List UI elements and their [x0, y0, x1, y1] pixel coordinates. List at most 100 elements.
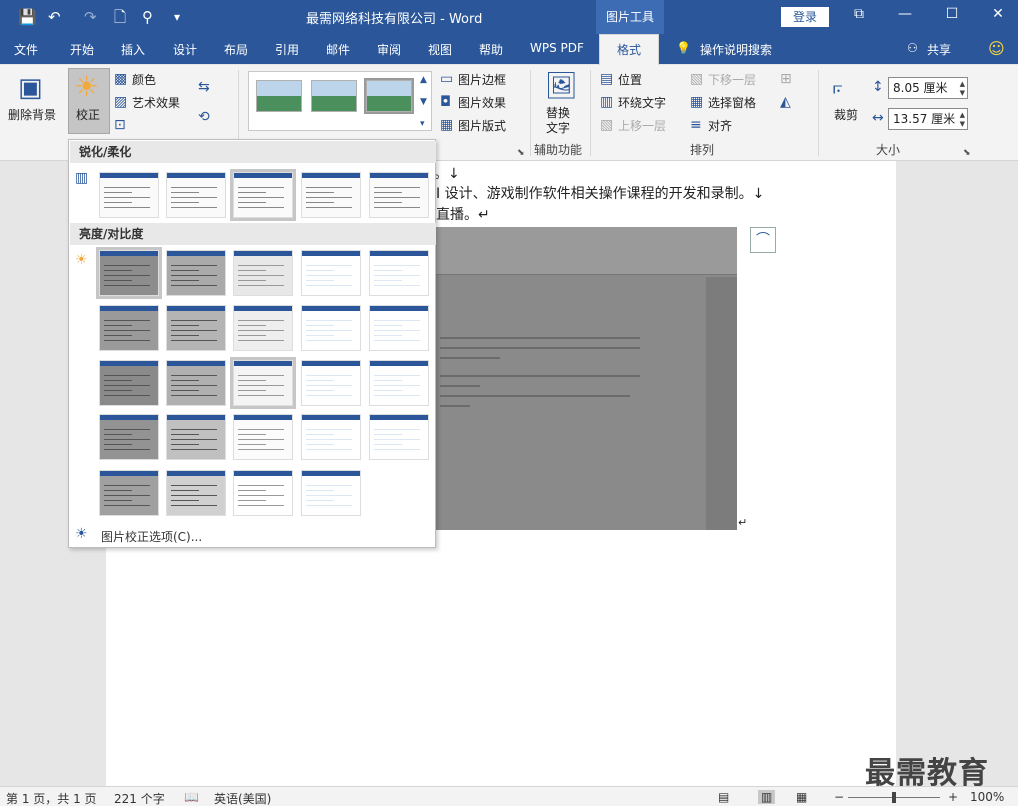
smiley-icon[interactable]: ☺	[988, 39, 1005, 58]
remove-background-button[interactable]: 删除背景	[8, 106, 56, 123]
selection-pane-button[interactable]: 选择窗格	[708, 94, 756, 111]
picture-corrections-options[interactable]: 图片校正选项(C)...	[101, 528, 202, 545]
selection-pane-icon[interactable]: ▦	[690, 94, 703, 110]
tab-references[interactable]: 引用	[275, 41, 299, 58]
read-mode-icon[interactable]: ▤	[718, 790, 729, 804]
correction-preset-thumbnail[interactable]	[233, 414, 293, 460]
correction-preset-thumbnail[interactable]	[230, 357, 296, 409]
selected-picture[interactable]	[436, 227, 737, 530]
document-text-line[interactable]: I 设计、游戏制作软件相关操作课程的开发和录制。↓	[436, 183, 764, 203]
gallery-more-icon[interactable]: ▾	[420, 116, 425, 132]
gallery-down-icon[interactable]: ▼	[420, 94, 427, 110]
wrap-text-icon[interactable]: ▥	[600, 94, 613, 110]
new-document-icon[interactable]: 🗋	[114, 8, 126, 26]
correction-preset-thumbnail[interactable]	[166, 250, 226, 296]
correction-preset-thumbnail[interactable]	[301, 414, 361, 460]
correction-preset-thumbnail[interactable]	[99, 172, 159, 218]
correction-preset-thumbnail[interactable]	[99, 360, 159, 406]
align-button[interactable]: 对齐	[708, 117, 732, 134]
picture-style-3[interactable]	[364, 78, 414, 114]
sun-icon[interactable]: ☀	[74, 72, 99, 102]
wrap-text-button[interactable]: 环绕文字	[618, 94, 666, 111]
proofing-icon[interactable]: 📖	[184, 790, 199, 804]
size-dialog-launcher-icon[interactable]: ⬊	[963, 145, 971, 161]
color-icon[interactable]: ▩	[114, 71, 127, 87]
correction-preset-thumbnail[interactable]	[369, 250, 429, 296]
picture-layout-button[interactable]: 图片版式	[458, 117, 506, 134]
correction-preset-thumbnail[interactable]	[301, 360, 361, 406]
language[interactable]: 英语(美国)	[214, 790, 271, 806]
web-layout-icon[interactable]: ▦	[796, 790, 807, 804]
save-icon[interactable]: 💾	[18, 8, 37, 26]
tell-me-search[interactable]: 操作说明搜索	[700, 41, 772, 58]
correction-preset-thumbnail[interactable]	[166, 414, 226, 460]
correction-preset-thumbnail[interactable]	[301, 305, 361, 351]
redo-icon[interactable]: ↷	[84, 8, 97, 26]
correction-preset-thumbnail[interactable]	[233, 305, 293, 351]
correction-preset-thumbnail[interactable]	[166, 305, 226, 351]
alt-text-icon[interactable]: 🖼	[545, 72, 578, 100]
height-input[interactable]: 8.05 厘米 ▲ ▼	[888, 77, 968, 99]
tab-help[interactable]: 帮助	[479, 41, 503, 58]
rotate-icon[interactable]: ◭	[780, 94, 791, 110]
correction-preset-thumbnail[interactable]	[301, 470, 361, 516]
tab-insert[interactable]: 插入	[121, 41, 145, 58]
zoom-out-icon[interactable]: −	[834, 790, 844, 804]
correction-preset-thumbnail[interactable]	[301, 250, 361, 296]
tab-review[interactable]: 审阅	[377, 41, 401, 58]
picture-style-1[interactable]	[256, 80, 302, 112]
document-text-line[interactable]: 直播。↵	[436, 204, 490, 224]
zoom-slider-thumb[interactable]	[892, 792, 896, 803]
correction-preset-thumbnail[interactable]	[99, 414, 159, 460]
customize-quick-access-icon[interactable]: ▾	[174, 8, 180, 26]
correction-preset-thumbnail[interactable]	[166, 360, 226, 406]
tab-file[interactable]: 文件	[14, 41, 38, 58]
tab-wps-pdf[interactable]: WPS PDF	[530, 41, 584, 55]
crop-icon[interactable]: ⟔	[832, 73, 843, 99]
minimize-icon[interactable]: —	[892, 6, 918, 22]
correction-preset-thumbnail[interactable]	[233, 250, 293, 296]
picture-effects-icon[interactable]: ◘	[440, 94, 451, 110]
artistic-effects-icon[interactable]: ▨	[114, 94, 127, 110]
width-input[interactable]: 13.57 厘米 ▲ ▼	[888, 108, 968, 130]
bring-forward-icon[interactable]: ▧	[600, 117, 613, 133]
correction-preset-thumbnail[interactable]	[166, 172, 226, 218]
corrections-button[interactable]: 校正	[76, 106, 100, 123]
ribbon-display-icon[interactable]: ⧉	[846, 6, 872, 22]
bring-forward-button[interactable]: 上移一层	[618, 117, 666, 134]
close-icon[interactable]: ✕	[985, 6, 1011, 22]
correction-preset-thumbnail[interactable]	[233, 470, 293, 516]
crop-button[interactable]: 裁剪	[834, 106, 858, 123]
remove-background-icon[interactable]: ▣	[18, 74, 43, 102]
picture-border-icon[interactable]: ▭	[440, 71, 453, 87]
correction-preset-thumbnail[interactable]	[369, 360, 429, 406]
width-up-icon[interactable]: ▲	[960, 112, 965, 119]
correction-preset-thumbnail[interactable]	[301, 172, 361, 218]
styles-dialog-launcher-icon[interactable]: ⬊	[517, 145, 525, 161]
zoom-level[interactable]: 100%	[970, 790, 1004, 804]
picture-effects-button[interactable]: 图片效果	[458, 94, 506, 111]
tab-view[interactable]: 视图	[428, 41, 452, 58]
tab-mailings[interactable]: 邮件	[326, 41, 350, 58]
position-icon[interactable]: ▤	[600, 71, 613, 87]
correction-preset-thumbnail[interactable]	[166, 470, 226, 516]
find-icon[interactable]: ⚲	[142, 8, 153, 26]
layout-options-icon[interactable]: ⌒	[750, 227, 776, 253]
position-button[interactable]: 位置	[618, 71, 642, 88]
tab-layout[interactable]: 布局	[224, 41, 248, 58]
page-count[interactable]: 第 1 页，共 1 页	[6, 790, 97, 806]
correction-preset-thumbnail[interactable]	[99, 470, 159, 516]
height-down-icon[interactable]: ▼	[960, 90, 965, 97]
width-down-icon[interactable]: ▼	[960, 121, 965, 128]
tab-home[interactable]: 开始	[70, 41, 94, 58]
document-text-line[interactable]: 。↓	[434, 163, 460, 183]
login-button[interactable]: 登录	[781, 7, 829, 27]
reset-picture-icon[interactable]: ⟲	[198, 109, 210, 125]
word-count[interactable]: 221 个字	[114, 790, 165, 806]
tab-format[interactable]: 格式	[599, 34, 659, 65]
zoom-in-icon[interactable]: +	[948, 790, 958, 804]
print-layout-icon[interactable]: ▥	[758, 790, 776, 804]
send-backward-button[interactable]: 下移一层	[708, 71, 756, 88]
change-picture-icon[interactable]: ⇆	[198, 79, 210, 95]
color-button[interactable]: 颜色	[132, 71, 156, 88]
